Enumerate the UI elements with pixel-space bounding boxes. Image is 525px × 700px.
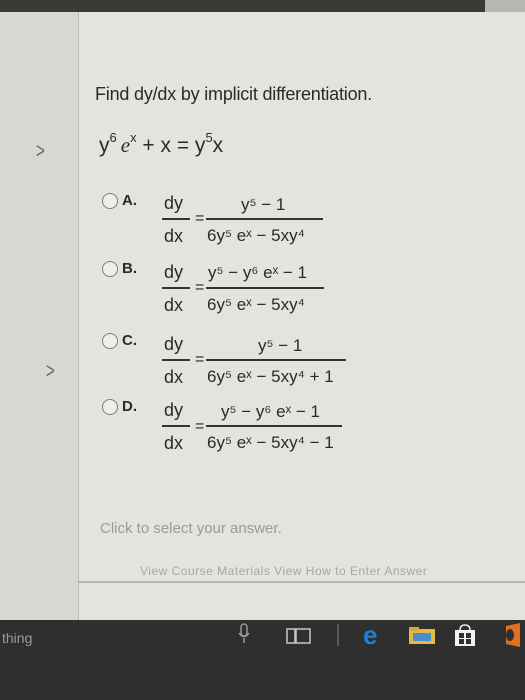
option-letter: A. [122, 192, 137, 209]
denominator: 6y⁵ eˣ − 5xy⁴ − 1 [207, 433, 334, 452]
option-letter: C. [122, 332, 137, 349]
eq-y-exp: 6 [109, 130, 117, 145]
numerator: y⁵ − 1 [258, 336, 303, 355]
equals-sign: = [195, 351, 205, 368]
numerator: y⁵ − 1 [241, 195, 286, 214]
denominator: 6y⁵ eˣ − 5xy⁴ [207, 226, 305, 245]
microphone-icon[interactable] [236, 622, 252, 646]
select-answer-hint: Click to select your answer. [100, 520, 282, 537]
dy-label: dy [164, 262, 184, 282]
svg-text:e: e [363, 622, 377, 648]
top-window-edge [0, 0, 525, 12]
fraction-bar [206, 359, 346, 361]
chevron-right-icon[interactable]: > [36, 138, 45, 164]
fraction-bar [162, 287, 190, 289]
eq-rhs-exp: 5 [205, 130, 213, 145]
fraction-bar [162, 425, 190, 427]
denominator: 6y⁵ eˣ − 5xy⁴ [207, 295, 305, 314]
question-prompt: Find dy/dx by implicit differentiation. [95, 84, 373, 104]
given-equation: y6 ex + x = y5x [99, 130, 223, 158]
file-explorer-icon[interactable] [407, 624, 437, 646]
option-letter: B. [122, 260, 137, 277]
taskbar-separator [337, 624, 339, 646]
dx-label: dx [164, 367, 184, 387]
divider [78, 581, 525, 583]
radio-button-a[interactable] [102, 193, 118, 209]
task-view-icon[interactable] [285, 626, 313, 646]
equals-sign: = [195, 210, 205, 227]
fraction-bar [206, 287, 324, 289]
radio-button-c[interactable] [102, 333, 118, 349]
fraction-bar [206, 218, 323, 220]
chevron-right-icon[interactable]: > [46, 358, 55, 384]
edge-browser-icon[interactable]: e [360, 622, 388, 648]
dy-label: dy [164, 400, 184, 420]
eq-middle: + x = y [136, 134, 206, 157]
dx-label: dx [164, 433, 184, 453]
eq-y: y [99, 134, 110, 157]
dy-label: dy [164, 193, 184, 213]
radio-button-d[interactable] [102, 399, 118, 415]
eq-e: e [120, 133, 131, 157]
top-right-block [485, 0, 525, 12]
denominator: 6y⁵ eˣ − 5xy⁴ + 1 [207, 367, 334, 386]
option-letter: D. [122, 398, 137, 415]
store-bag-icon[interactable] [452, 624, 478, 648]
dy-label: dy [164, 334, 184, 354]
office-app-icon[interactable] [500, 622, 525, 648]
windows-taskbar [0, 620, 525, 700]
fraction-bar [206, 425, 342, 427]
dx-label: dx [164, 226, 184, 246]
fraction-bar [162, 359, 190, 361]
eq-rhs-tail: x [212, 134, 224, 157]
numerator: y⁵ − y⁶ eˣ − 1 [221, 402, 321, 421]
dx-label: dx [164, 295, 184, 315]
taskbar-search-text[interactable]: thing [2, 630, 32, 646]
left-navigation-gutter [0, 12, 79, 620]
numerator: y⁵ − y⁶ eˣ − 1 [208, 263, 308, 282]
radio-button-b[interactable] [102, 261, 118, 277]
fraction-bar [162, 218, 190, 220]
equals-sign: = [195, 279, 205, 296]
equals-sign: = [195, 418, 205, 435]
course-links[interactable]: View Course Materials View How to Enter … [140, 564, 427, 578]
